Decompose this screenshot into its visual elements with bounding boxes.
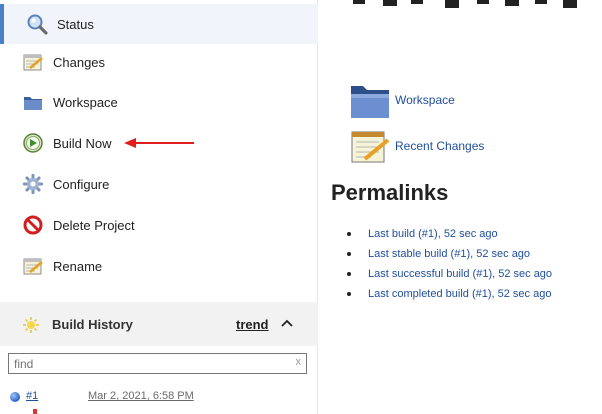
task-label: Configure — [53, 176, 110, 192]
task-configure[interactable]: Configure — [0, 164, 318, 204]
workspace-link[interactable]: Workspace — [349, 80, 455, 120]
notepad-icon — [23, 258, 43, 275]
task-status[interactable]: Status — [0, 4, 318, 44]
page-title-cropped — [353, 0, 602, 10]
build-status-ball-icon — [10, 392, 20, 402]
magnifier-icon — [27, 14, 48, 35]
find-box: x — [8, 353, 307, 374]
task-label: Rename — [53, 258, 103, 274]
permalink-last-build[interactable]: Last build (#1), 52 sec ago — [347, 224, 552, 244]
build-number-link[interactable]: #1 — [26, 390, 38, 402]
build-history-title: Build History — [52, 316, 133, 332]
gear-icon — [23, 174, 43, 194]
permalinks-heading: Permalinks — [331, 180, 449, 205]
recent-changes-link-label: Recent Changes — [395, 139, 485, 153]
notepad-icon — [23, 54, 43, 71]
no-entry-icon — [23, 215, 43, 235]
task-label: Status — [57, 16, 94, 32]
clock-play-icon — [23, 133, 43, 153]
build-date-link[interactable]: Mar 2, 2021, 6:58 PM — [88, 390, 194, 402]
chevron-up-icon[interactable] — [280, 317, 294, 329]
permalink-last-stable-build[interactable]: Last stable build (#1), 52 sec ago — [347, 244, 552, 264]
trend-link[interactable]: trend — [236, 317, 269, 332]
task-label: Delete Project — [53, 217, 135, 233]
annotation-arrow — [124, 138, 194, 148]
task-rename[interactable]: Rename — [0, 246, 318, 286]
permalinks-list: Last build (#1), 52 sec ago Last stable … — [347, 224, 552, 304]
cropped-title-glyphs — [353, 0, 577, 8]
task-delete-project[interactable]: Delete Project — [0, 205, 318, 245]
build-row: #1 Mar 2, 2021, 6:58 PM — [0, 386, 318, 414]
task-label: Changes — [53, 54, 106, 70]
workspace-link-label: Workspace — [395, 93, 455, 107]
recent-changes-link[interactable]: Recent Changes — [349, 126, 484, 166]
permalink-last-completed-build[interactable]: Last completed build (#1), 52 sec ago — [347, 284, 552, 304]
folder-icon — [351, 86, 389, 118]
build-console-icon — [33, 409, 37, 414]
clear-find-button[interactable]: x — [296, 356, 302, 368]
folder-icon — [24, 97, 42, 110]
build-history-header: Build History trend — [0, 302, 318, 346]
task-label: Workspace — [53, 94, 118, 110]
sun-icon — [23, 317, 39, 333]
find-input[interactable] — [9, 354, 289, 373]
permalink-last-successful-build[interactable]: Last successful build (#1), 52 sec ago — [347, 264, 552, 284]
task-changes[interactable]: Changes — [0, 42, 318, 82]
task-workspace[interactable]: Workspace — [0, 82, 318, 122]
task-label: Build Now — [53, 135, 112, 151]
side-panel: Status Changes Workspace Build Now Confi… — [0, 0, 318, 414]
main-panel: Workspace Recent Changes Permalinks Last… — [319, 0, 602, 414]
notepad-icon — [351, 131, 390, 163]
